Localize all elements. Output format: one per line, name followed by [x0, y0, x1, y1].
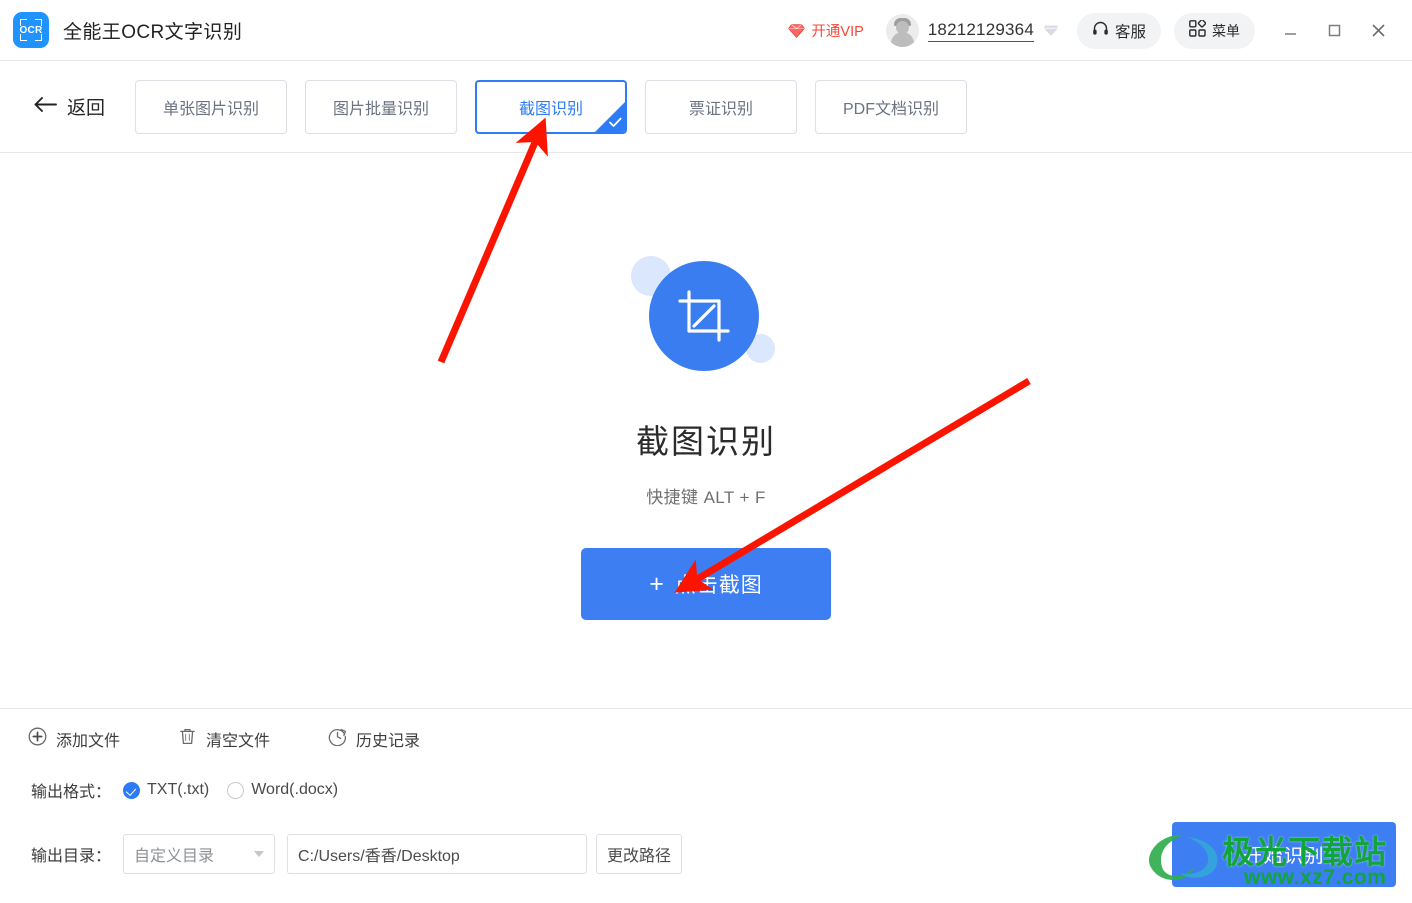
open-vip-button[interactable]: 开通VIP — [788, 20, 864, 41]
headset-icon — [1092, 20, 1109, 42]
tab-batch-image[interactable]: 图片批量识别 — [305, 79, 458, 134]
history-label: 历史记录 — [356, 733, 421, 750]
format-option-txt-label: TXT(.txt) — [147, 781, 210, 798]
back-label: 返回 — [67, 98, 106, 119]
history-button[interactable]: 历史记录 — [328, 727, 420, 751]
radio-txt-icon[interactable] — [123, 781, 141, 799]
crop-icon — [631, 248, 781, 383]
title-bar: OCR 全能王OCR文字识别 开通VIP 18212129364 客服 菜单 — [0, 0, 1412, 61]
crop-icon-circle — [649, 261, 759, 371]
capture-screenshot-button[interactable]: + 点击截图 — [581, 548, 831, 620]
account-phone[interactable]: 18212129364 — [927, 20, 1034, 42]
app-logo-icon: OCR — [13, 12, 49, 48]
app-brand: OCR 全能王OCR文字识别 — [13, 12, 242, 48]
grid-menu-icon — [1189, 18, 1207, 42]
menu-button[interactable]: 菜单 — [1174, 12, 1255, 49]
arrow-left-icon — [34, 96, 58, 118]
account-area[interactable]: 18212129364 — [885, 14, 1059, 47]
tab-single-image[interactable]: 单张图片识别 — [135, 79, 288, 134]
output-directory-row: 输出目录： 自定义目录 更改路径 — [31, 834, 683, 874]
tab-single-image-label: 单张图片识别 — [163, 100, 260, 118]
change-path-button[interactable]: 更改路径 — [596, 834, 683, 874]
shortcut-hint: 快捷键 ALT + F — [646, 488, 766, 507]
avatar[interactable] — [885, 14, 919, 47]
history-clock-icon — [328, 727, 347, 751]
titlebar-right-controls: 开通VIP 18212129364 客服 菜单 — [788, 0, 1412, 61]
app-title: 全能王OCR文字识别 — [63, 21, 243, 43]
tab-screenshot[interactable]: 截图识别 — [475, 79, 628, 134]
output-directory-label: 输出目录： — [31, 848, 112, 865]
chevron-down-icon — [254, 851, 265, 857]
tab-pdf-document-label: PDF文档识别 — [843, 100, 940, 118]
format-option-word[interactable]: Word(.docx) — [227, 781, 338, 799]
tab-invoice-label: 票证识别 — [689, 100, 754, 118]
add-file-label: 添加文件 — [56, 733, 121, 750]
radio-word-icon[interactable] — [227, 781, 245, 799]
plus-icon: + — [649, 569, 665, 598]
close-button[interactable] — [1356, 9, 1400, 53]
application-window: OCR 全能王OCR文字识别 开通VIP 18212129364 客服 菜单 返… — [0, 0, 1412, 903]
check-icon — [609, 117, 622, 130]
minimize-button[interactable] — [1268, 9, 1312, 53]
format-option-txt[interactable]: TXT(.txt) — [123, 781, 209, 799]
tab-pdf-document[interactable]: PDF文档识别 — [815, 79, 968, 134]
add-file-button[interactable]: 添加文件 — [28, 727, 120, 751]
capture-screenshot-label: 点击截图 — [674, 574, 763, 597]
trash-icon — [178, 727, 197, 751]
recognition-mode-tabs: 单张图片识别 图片批量识别 截图识别 票证识别 PDF文档识别 — [135, 79, 968, 134]
start-recognition-button[interactable]: 开始识别 — [1172, 822, 1396, 887]
file-action-bar: 添加文件 清空文件 历史记录 — [28, 727, 420, 751]
page-title: 截图识别 — [636, 423, 776, 460]
clear-files-button[interactable]: 清空文件 — [178, 727, 270, 751]
tab-screenshot-label: 截图识别 — [519, 100, 584, 118]
back-button[interactable]: 返回 — [34, 93, 105, 120]
main-content-area: 截图识别 快捷键 ALT + F + 点击截图 — [0, 153, 1412, 709]
footer-panel: 添加文件 清空文件 历史记录 输出格式： TXT(.txt) Word(.doc… — [0, 710, 1412, 903]
add-circle-icon — [28, 727, 47, 751]
customer-support-label: 客服 — [1114, 23, 1146, 41]
format-option-word-label: Word(.docx) — [251, 781, 339, 798]
navigation-bar: 返回 单张图片识别 图片批量识别 截图识别 票证识别 PDF文档识别 — [0, 61, 1412, 153]
directory-mode-value: 自定义目录 — [134, 848, 215, 865]
tab-batch-image-label: 图片批量识别 — [333, 100, 430, 118]
directory-path-input[interactable] — [287, 834, 588, 874]
maximize-button[interactable] — [1312, 9, 1356, 53]
tab-invoice[interactable]: 票证识别 — [645, 79, 798, 134]
open-vip-label: 开通VIP — [811, 24, 864, 40]
customer-support-button[interactable]: 客服 — [1076, 12, 1161, 49]
clear-files-label: 清空文件 — [206, 733, 271, 750]
diamond-gem-icon — [788, 23, 806, 38]
account-dropdown-icon[interactable] — [1043, 24, 1059, 37]
output-format-row: 输出格式： TXT(.txt) Word(.docx) — [31, 778, 356, 802]
directory-mode-select[interactable]: 自定义目录 — [123, 834, 276, 874]
window-controls — [1268, 9, 1400, 53]
app-logo-text: OCR — [19, 24, 43, 36]
output-format-label: 输出格式： — [31, 784, 112, 801]
menu-label: 菜单 — [1212, 22, 1240, 39]
